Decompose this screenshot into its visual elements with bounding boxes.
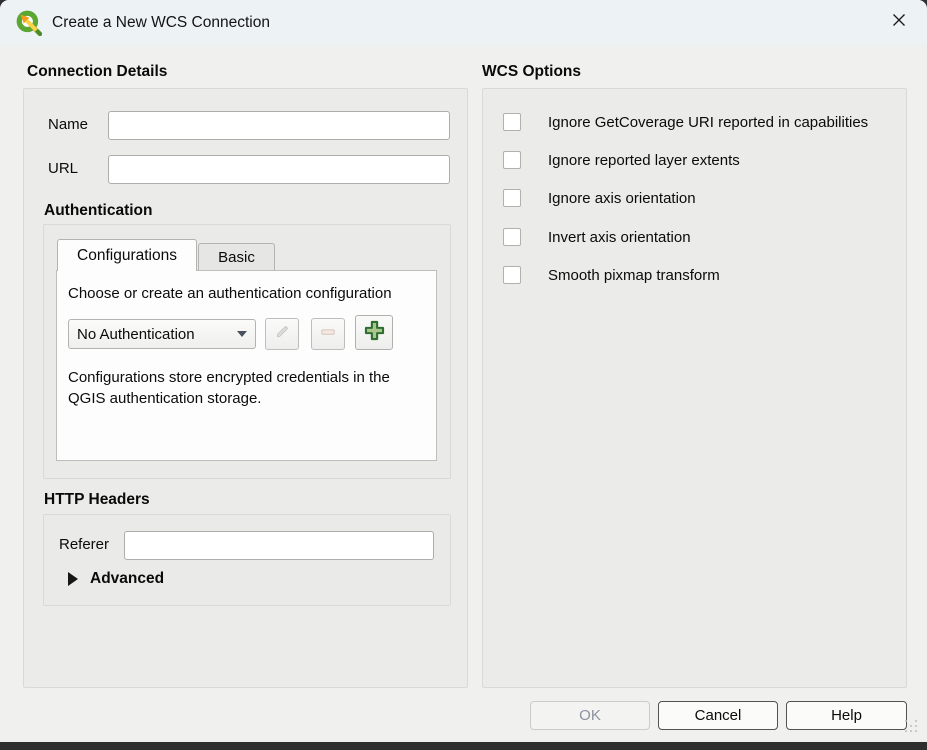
tab-configurations[interactable]: Configurations bbox=[57, 239, 197, 271]
url-label: URL bbox=[48, 155, 78, 183]
wcs-connection-dialog: Create a New WCS Connection Connection D… bbox=[0, 0, 927, 742]
minus-icon bbox=[319, 323, 337, 346]
add-config-button[interactable] bbox=[355, 315, 393, 350]
ok-button[interactable]: OK bbox=[530, 701, 650, 730]
collapsed-arrow-icon bbox=[68, 572, 78, 586]
cancel-button[interactable]: Cancel bbox=[658, 701, 778, 730]
wcs-option-label: Smooth pixmap transform bbox=[548, 267, 720, 284]
name-input[interactable] bbox=[108, 111, 450, 140]
auth-config-select[interactable]: No Authentication bbox=[68, 319, 256, 349]
configurations-tab-panel: Choose or create an authentication confi… bbox=[56, 270, 437, 461]
wcs-option-row: Smooth pixmap transform bbox=[503, 265, 894, 285]
advanced-expander[interactable]: Advanced bbox=[68, 568, 164, 590]
http-headers-group: Referer Advanced bbox=[43, 514, 451, 606]
http-headers-heading: HTTP Headers bbox=[44, 491, 150, 509]
checkbox-smooth-pixmap-transform[interactable] bbox=[503, 266, 521, 284]
connection-details-group: Name URL Authentication Configurations B… bbox=[23, 88, 468, 688]
authentication-heading: Authentication bbox=[44, 202, 153, 220]
close-icon bbox=[891, 12, 907, 33]
help-button[interactable]: Help bbox=[786, 701, 907, 730]
chevron-down-icon bbox=[237, 331, 247, 337]
checkbox-ignore-axis-orientation[interactable] bbox=[503, 189, 521, 207]
close-button[interactable] bbox=[871, 0, 927, 44]
wcs-option-label: Ignore GetCoverage URI reported in capab… bbox=[548, 114, 868, 131]
plus-icon bbox=[364, 320, 385, 346]
url-input[interactable] bbox=[108, 155, 450, 184]
resize-grip[interactable] bbox=[905, 720, 919, 734]
titlebar[interactable]: Create a New WCS Connection bbox=[0, 0, 927, 45]
choose-config-text: Choose or create an authentication confi… bbox=[68, 285, 392, 302]
wcs-option-label: Ignore axis orientation bbox=[548, 190, 696, 207]
advanced-label: Advanced bbox=[90, 570, 164, 588]
qgis-logo-icon bbox=[16, 10, 42, 36]
pencil-icon bbox=[274, 323, 291, 345]
wcs-options-group: Ignore GetCoverage URI reported in capab… bbox=[482, 88, 907, 688]
name-label: Name bbox=[48, 111, 88, 139]
edit-config-button[interactable] bbox=[265, 318, 299, 350]
auth-config-selected-value: No Authentication bbox=[77, 326, 231, 343]
wcs-option-row: Ignore GetCoverage URI reported in capab… bbox=[503, 112, 894, 132]
dialog-title: Create a New WCS Connection bbox=[52, 14, 270, 32]
referer-label: Referer bbox=[59, 531, 109, 559]
checkbox-invert-axis-orientation[interactable] bbox=[503, 228, 521, 246]
wcs-options-heading: WCS Options bbox=[482, 63, 581, 81]
wcs-option-label: Invert axis orientation bbox=[548, 229, 691, 246]
tab-basic[interactable]: Basic bbox=[198, 243, 275, 271]
remove-config-button[interactable] bbox=[311, 318, 345, 350]
wcs-option-row: Ignore axis orientation bbox=[503, 188, 894, 208]
wcs-option-label: Ignore reported layer extents bbox=[548, 152, 740, 169]
checkbox-ignore-layer-extents[interactable] bbox=[503, 151, 521, 169]
config-note-text: Configurations store encrypted credentia… bbox=[68, 367, 430, 409]
wcs-option-row: Invert axis orientation bbox=[503, 227, 894, 247]
authentication-group: Configurations Basic Choose or create an… bbox=[43, 224, 451, 479]
connection-details-heading: Connection Details bbox=[27, 63, 167, 81]
referer-input[interactable] bbox=[124, 531, 434, 560]
checkbox-ignore-getcoverage-uri[interactable] bbox=[503, 113, 521, 131]
wcs-option-row: Ignore reported layer extents bbox=[503, 150, 894, 170]
